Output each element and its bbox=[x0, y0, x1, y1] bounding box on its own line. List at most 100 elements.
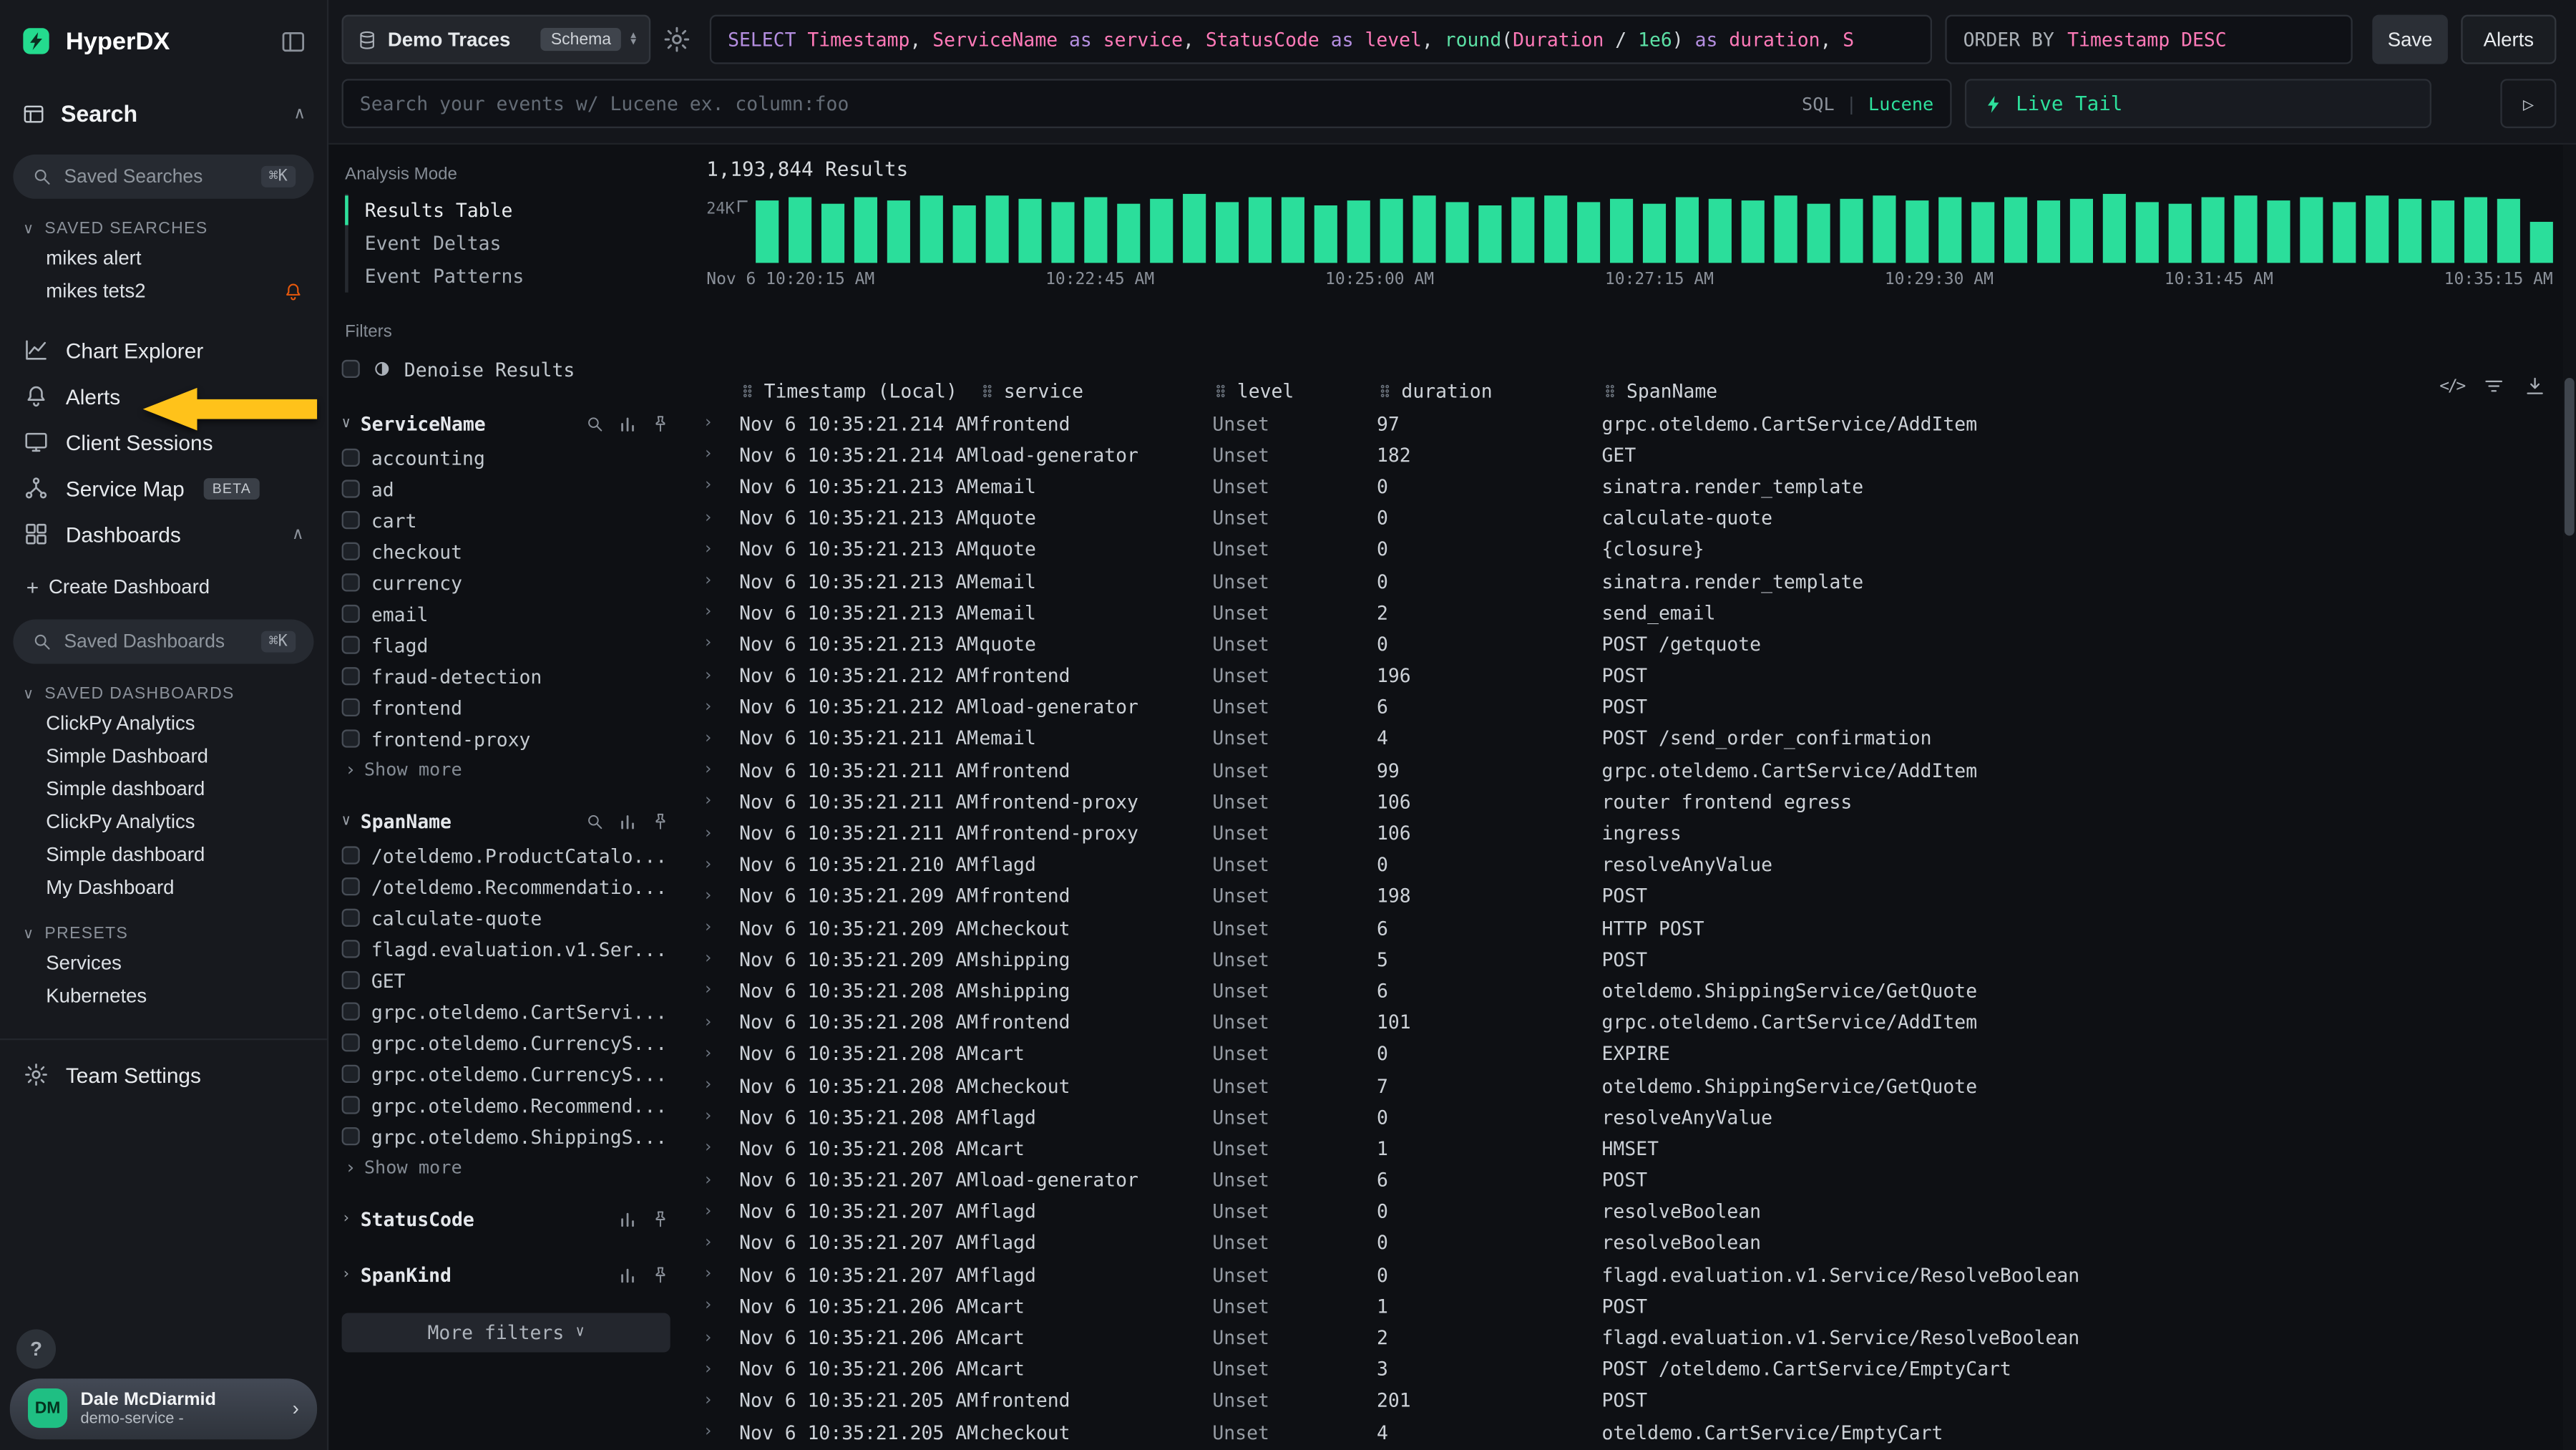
expand-row-icon[interactable]: › bbox=[700, 698, 739, 716]
checkbox[interactable] bbox=[342, 940, 360, 958]
histogram-bar[interactable] bbox=[1282, 198, 1304, 263]
histogram-bar[interactable] bbox=[1018, 199, 1041, 263]
expand-row-icon[interactable]: › bbox=[700, 1234, 739, 1252]
histogram-bar[interactable] bbox=[1445, 202, 1468, 263]
filter-option[interactable]: accounting bbox=[342, 442, 670, 474]
saved-dashboards-input[interactable]: Saved Dashboards ⌘K bbox=[13, 620, 313, 664]
histogram-bar[interactable] bbox=[1840, 199, 1863, 263]
pin-icon[interactable] bbox=[650, 812, 670, 832]
expand-row-icon[interactable]: › bbox=[700, 603, 739, 621]
column-header-timestamp-local-[interactable]: Timestamp (Local) bbox=[739, 379, 979, 402]
filter-option[interactable]: flagd.evaluation.v1.Ser... bbox=[342, 933, 670, 965]
filter-option[interactable]: cart bbox=[342, 505, 670, 536]
histogram-bar[interactable] bbox=[821, 204, 844, 263]
table-row[interactable]: ›Nov 6 10:35:21.213 AMemailUnset0sinatra… bbox=[690, 565, 2560, 597]
table-row[interactable]: ›Nov 6 10:35:21.209 AMcheckoutUnset6HTTP… bbox=[690, 912, 2560, 943]
create-dashboard-button[interactable]: + Create Dashboard bbox=[0, 570, 327, 603]
histogram-bar[interactable] bbox=[1610, 199, 1633, 263]
histogram-bar[interactable] bbox=[2530, 222, 2553, 263]
checkbox[interactable] bbox=[342, 699, 360, 716]
checkbox[interactable] bbox=[342, 1033, 360, 1051]
histogram-bar[interactable] bbox=[1511, 198, 1534, 263]
expand-row-icon[interactable]: › bbox=[700, 572, 739, 590]
filter-option[interactable]: /oteldemo.Recommendatio... bbox=[342, 871, 670, 902]
histogram-bar[interactable] bbox=[1906, 200, 1928, 263]
table-row[interactable]: ›Nov 6 10:35:21.209 AMshippingUnset5POST bbox=[690, 943, 2560, 975]
checkbox[interactable] bbox=[342, 1096, 360, 1114]
filter-option[interactable]: GET bbox=[342, 965, 670, 996]
histogram-bar[interactable] bbox=[1249, 198, 1272, 263]
expand-row-icon[interactable]: › bbox=[700, 1328, 739, 1346]
table-row[interactable]: ›Nov 6 10:35:21.210 AMflagdUnset0resolve… bbox=[690, 849, 2560, 880]
save-button[interactable]: Save bbox=[2372, 15, 2448, 64]
analysis-mode-event-deltas[interactable]: Event Deltas bbox=[348, 227, 670, 260]
search-icon[interactable] bbox=[585, 812, 605, 832]
source-settings-icon[interactable] bbox=[662, 24, 691, 54]
search-input[interactable] bbox=[360, 92, 1790, 115]
checkbox[interactable] bbox=[342, 449, 360, 467]
expand-row-icon[interactable]: › bbox=[700, 1265, 739, 1283]
expand-row-icon[interactable]: › bbox=[700, 887, 739, 905]
presets-section[interactable]: ∨ PRESETS bbox=[23, 925, 307, 943]
expand-row-icon[interactable]: › bbox=[700, 1391, 739, 1409]
table-row[interactable]: ›Nov 6 10:35:21.205 AMcheckoutUnset4otel… bbox=[690, 1416, 2560, 1448]
sidebar-item-chart-explorer[interactable]: Chart Explorer bbox=[0, 327, 327, 373]
filter-option[interactable]: calculate-quote bbox=[342, 902, 670, 933]
lucene-mode-toggle[interactable]: Lucene bbox=[1868, 93, 1933, 115]
saved-dashboard-item[interactable]: ClickPy Analytics bbox=[0, 805, 327, 838]
table-row[interactable]: ›Nov 6 10:35:21.207 AMflagdUnset0resolve… bbox=[690, 1227, 2560, 1259]
histogram-bar[interactable] bbox=[1216, 202, 1239, 263]
histogram-bar[interactable] bbox=[2267, 200, 2290, 263]
saved-dashboard-item[interactable]: My Dashboard bbox=[0, 871, 327, 904]
filter-group-header[interactable]: ∨SpanName bbox=[342, 804, 670, 840]
filter-option[interactable]: currency bbox=[342, 567, 670, 598]
column-header-duration[interactable]: duration bbox=[1377, 379, 1602, 402]
histogram-bar[interactable] bbox=[2103, 194, 2126, 263]
sql-mode-toggle[interactable]: SQL bbox=[1802, 93, 1835, 115]
drag-handle-icon[interactable] bbox=[1602, 383, 1619, 399]
histogram-bar[interactable] bbox=[953, 205, 976, 263]
checkbox[interactable] bbox=[342, 573, 360, 591]
expand-row-icon[interactable]: › bbox=[700, 540, 739, 558]
filter-group-header[interactable]: ›StatusCode bbox=[342, 1201, 670, 1237]
filter-option[interactable]: flagd bbox=[342, 629, 670, 661]
table-row[interactable]: ›Nov 6 10:35:21.213 AMquoteUnset0POST /g… bbox=[690, 628, 2560, 660]
table-row[interactable]: ›Nov 6 10:35:21.207 AMflagdUnset0flagd.e… bbox=[690, 1259, 2560, 1290]
histogram-bar[interactable] bbox=[1380, 199, 1403, 263]
table-row[interactable]: ›Nov 6 10:35:21.213 AMemailUnset2send_em… bbox=[690, 597, 2560, 628]
histogram-bar[interactable] bbox=[1676, 198, 1699, 263]
expand-row-icon[interactable]: › bbox=[700, 1297, 739, 1315]
expand-row-icon[interactable]: › bbox=[700, 1013, 739, 1031]
histogram-bar[interactable] bbox=[2234, 195, 2257, 263]
histogram-bar[interactable] bbox=[1084, 198, 1107, 263]
histogram-bar[interactable] bbox=[1347, 200, 1370, 263]
expand-row-icon[interactable]: › bbox=[700, 792, 739, 810]
histogram-bar[interactable] bbox=[1183, 194, 1206, 263]
expand-row-icon[interactable]: › bbox=[700, 824, 739, 842]
chart-icon[interactable] bbox=[618, 812, 638, 832]
expand-row-icon[interactable]: › bbox=[700, 761, 739, 779]
sidebar-item-team-settings[interactable]: Team Settings bbox=[0, 1038, 327, 1109]
table-row[interactable]: ›Nov 6 10:35:21.211 AMfrontend-proxyUnse… bbox=[690, 817, 2560, 849]
analysis-mode-results-table[interactable]: Results Table bbox=[348, 194, 670, 227]
histogram-bar[interactable] bbox=[1413, 195, 1435, 263]
pin-icon[interactable] bbox=[650, 1210, 670, 1230]
sql-query-input[interactable]: SELECT Timestamp, ServiceName as service… bbox=[710, 15, 1932, 64]
help-button[interactable]: ? bbox=[16, 1328, 56, 1368]
histogram-bar[interactable] bbox=[1807, 204, 1830, 263]
table-row[interactable]: ›Nov 6 10:35:21.205 AMfrontendUnset201PO… bbox=[690, 1385, 2560, 1416]
expand-row-icon[interactable]: › bbox=[700, 1108, 739, 1126]
histogram-bar[interactable] bbox=[1643, 204, 1666, 263]
filter-option[interactable]: grpc.oteldemo.ShippingS... bbox=[342, 1121, 670, 1152]
filter-group-header[interactable]: ∨ServiceName bbox=[342, 406, 670, 442]
filter-option[interactable]: frontend bbox=[342, 692, 670, 724]
expand-row-icon[interactable]: › bbox=[700, 414, 739, 432]
table-row[interactable]: ›Nov 6 10:35:21.211 AMemailUnset4POST /s… bbox=[690, 723, 2560, 754]
table-row[interactable]: ›Nov 6 10:35:21.213 AMquoteUnset0calcula… bbox=[690, 502, 2560, 534]
pin-icon[interactable] bbox=[650, 1265, 670, 1285]
histogram-bar[interactable] bbox=[2202, 198, 2225, 263]
checkbox[interactable] bbox=[342, 971, 360, 989]
histogram-bar[interactable] bbox=[1051, 202, 1074, 263]
chart-icon[interactable] bbox=[618, 414, 638, 434]
checkbox[interactable] bbox=[342, 846, 360, 864]
